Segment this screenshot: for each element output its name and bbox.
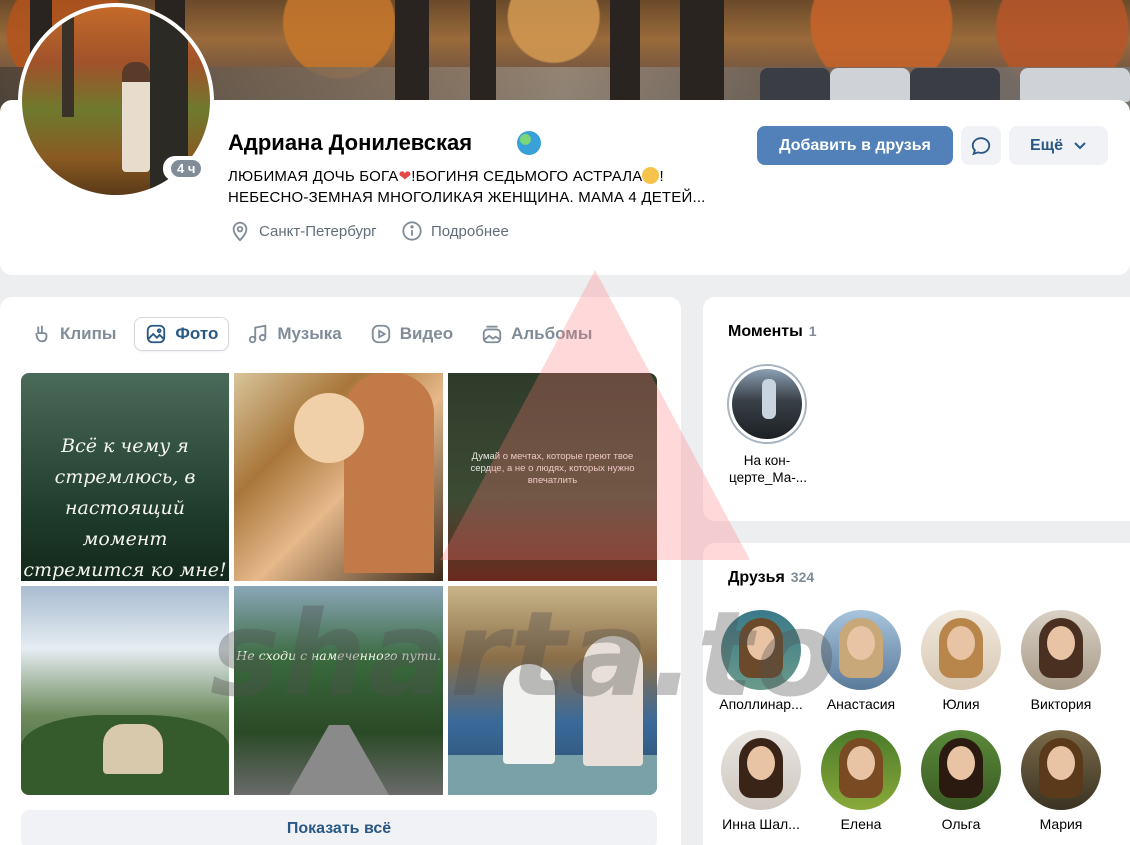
photo-caption: Думай о мечтах, которые греют твое сердц… (470, 451, 635, 486)
globe-icon (517, 131, 541, 155)
friend-name: Мария (1039, 816, 1083, 832)
friends-count: 324 (790, 569, 815, 585)
friend-name: Юлия (942, 696, 980, 712)
albums-icon (482, 325, 502, 344)
status-text-part2: !БОГИНЯ СЕДЬМОГО АСТРАЛА (411, 168, 643, 185)
friend-avatar (1021, 730, 1101, 810)
photo-thumbnail[interactable]: Всё к чему я стремлюсь, в настоящий моме… (21, 373, 229, 581)
photo-thumbnail[interactable]: Не сходи с намеченного пути. (234, 586, 443, 795)
profile-status-line2: НЕБЕСНО-ЗЕМНАЯ МНОГОЛИКАЯ ЖЕНЩИНА. МАМА … (228, 189, 706, 206)
music-icon (249, 324, 267, 344)
story-time-badge: 4 ч (163, 156, 210, 181)
photo-icon (147, 324, 166, 344)
moment-label: На кон-церте_Ма-... (729, 453, 808, 485)
friend-name: Анастасия (826, 696, 896, 712)
photo-caption: Не сходи с намеченного пути. (236, 648, 441, 663)
moments-count: 1 (808, 323, 817, 339)
friend-avatar (821, 610, 901, 690)
profile-status: ЛЮБИМАЯ ДОЧЬ БОГА❤!БОГИНЯ СЕДЬМОГО АСТРА… (228, 167, 664, 185)
friend-name: Виктория (1030, 696, 1092, 712)
friend-item[interactable]: Аполлинар... (711, 610, 811, 712)
status-text-part1: ЛЮБИМАЯ ДОЧЬ БОГА (228, 168, 399, 185)
photo-thumbnail[interactable]: Думай о мечтах, которые греют твое сердц… (448, 373, 657, 581)
friend-avatar (721, 610, 801, 690)
photo-thumbnail[interactable] (234, 373, 443, 581)
add-friend-button[interactable]: Добавить в друзья (757, 126, 953, 165)
moment-item[interactable] (727, 364, 807, 444)
photo-thumbnail[interactable] (448, 586, 657, 795)
tab-clips[interactable]: Клипы (20, 317, 126, 351)
more-actions-label: Ещё (1029, 136, 1064, 154)
media-tabs: Клипы Фото Музыка Видео Альбомы (20, 317, 610, 351)
city-label: Санкт-Петербург (259, 222, 377, 240)
tab-label: Альбомы (511, 324, 593, 343)
status-text-part3: ! (659, 168, 664, 185)
profile-more-info[interactable]: Подробнее (401, 220, 509, 242)
clips-icon (35, 325, 48, 343)
friends-title-text: Друзья (728, 569, 785, 586)
photo-thumbnail[interactable] (21, 586, 229, 795)
friend-name: Инна Шал... (722, 816, 800, 832)
tab-video[interactable]: Видео (360, 317, 463, 351)
tab-label: Музыка (277, 324, 342, 343)
info-icon (402, 221, 422, 241)
heart-icon: ❤ (398, 168, 412, 185)
friend-name: Елена (840, 816, 882, 832)
friend-avatar (1021, 610, 1101, 690)
more-info-label: Подробнее (431, 222, 509, 240)
profile-name: Адриана Донилевская (228, 130, 473, 155)
video-icon (371, 324, 390, 344)
tab-albums[interactable]: Альбомы (471, 317, 602, 351)
friend-item[interactable]: Виктория (1011, 610, 1111, 712)
tab-music[interactable]: Музыка (237, 317, 351, 351)
friend-item[interactable]: Юлия (911, 610, 1011, 712)
photo-grid: Всё к чему я стремлюсь, в настоящий моме… (21, 373, 657, 795)
tab-photo[interactable]: Фото (134, 317, 230, 351)
moments-title[interactable]: Моменты 1 (728, 323, 817, 341)
friend-name: Ольга (941, 816, 981, 832)
photo-caption: Всё к чему я стремлюсь, в настоящий моме… (23, 435, 227, 581)
tab-label: Видео (399, 324, 454, 343)
tab-label: Фото (175, 324, 219, 343)
friends-card: Друзья 324 Аполлинар... Анастасия Юлия Ви… (703, 543, 1130, 845)
friend-item[interactable]: Ольга (911, 730, 1011, 832)
friend-avatar (821, 730, 901, 810)
friend-name: Аполлинар... (719, 696, 803, 712)
smile-icon (642, 167, 660, 184)
friend-avatar (721, 730, 801, 810)
friend-item[interactable]: Мария (1011, 730, 1111, 832)
show-all-button[interactable]: Показать всё (21, 810, 657, 845)
media-card: Клипы Фото Музыка Видео Альбомы Всё к че… (0, 297, 681, 845)
tab-label: Клипы (60, 324, 117, 343)
friend-avatar (921, 730, 1001, 810)
moments-title-text: Моменты (728, 323, 803, 340)
more-actions-button[interactable]: Ещё (1009, 126, 1108, 165)
message-button[interactable] (961, 126, 1001, 165)
profile-city[interactable]: Санкт-Петербург (229, 220, 377, 242)
friend-item[interactable]: Елена (811, 730, 911, 832)
message-icon (971, 136, 991, 155)
moments-card: Моменты 1 На кон-церте_Ма-... (703, 297, 1130, 521)
chevron-down-icon (1074, 141, 1086, 149)
friend-item[interactable]: Анастасия (811, 610, 911, 712)
friend-item[interactable]: Инна Шал... (711, 730, 811, 832)
friends-title[interactable]: Друзья 324 (728, 569, 814, 587)
friend-avatar (921, 610, 1001, 690)
location-pin-icon (232, 221, 248, 242)
